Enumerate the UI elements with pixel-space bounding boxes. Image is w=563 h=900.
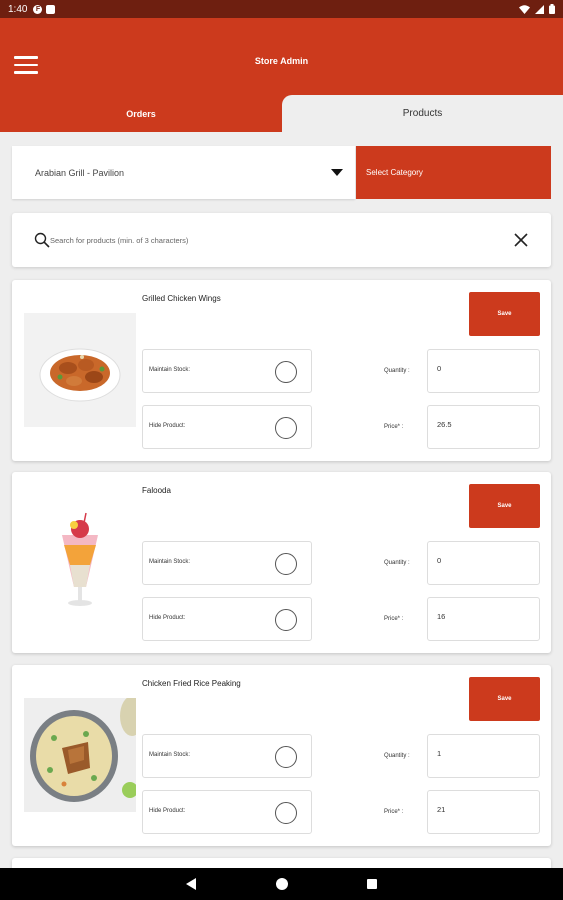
search-bar	[12, 213, 551, 267]
maintain-stock-label: Maintain Stock:	[149, 559, 191, 565]
product-image	[24, 505, 136, 619]
hide-product-radio[interactable]	[275, 802, 297, 824]
quantity-field[interactable]: 0	[427, 349, 540, 393]
price-label: Price* :	[384, 424, 404, 430]
tab-orders[interactable]: Orders	[0, 96, 282, 132]
save-button[interactable]: Save	[469, 484, 540, 528]
maintain-stock-option: Maintain Stock:	[142, 541, 312, 585]
close-icon[interactable]	[513, 232, 529, 248]
price-field[interactable]: 16	[427, 597, 540, 641]
maintain-stock-label: Maintain Stock:	[149, 752, 191, 758]
back-icon[interactable]	[186, 878, 196, 890]
sim-card-icon	[46, 4, 56, 14]
quantity-label: Quantity :	[384, 368, 410, 374]
product-card: Grilled Chicken Wings Save Maintain Stoc…	[12, 280, 551, 461]
system-nav-bar	[0, 868, 563, 900]
hide-product-option: Hide Product:	[142, 597, 312, 641]
maintain-stock-radio[interactable]	[275, 746, 297, 768]
page-title: Store Admin	[254, 56, 309, 66]
hide-product-option: Hide Product:	[142, 405, 312, 449]
search-icon	[34, 232, 50, 248]
maintain-stock-label: Maintain Stock:	[149, 367, 191, 373]
maintain-stock-option: Maintain Stock:	[142, 349, 312, 393]
dropdown-arrow-icon	[331, 169, 343, 176]
price-value: 26.5	[437, 420, 452, 429]
cellular-signal-icon	[535, 4, 544, 14]
maintain-stock-radio[interactable]	[275, 553, 297, 575]
hide-product-label: Hide Product:	[149, 808, 186, 814]
price-field[interactable]: 21	[427, 790, 540, 834]
quantity-label: Quantity :	[384, 560, 410, 566]
price-label: Price* :	[384, 616, 404, 622]
hide-product-label: Hide Product:	[149, 423, 186, 429]
wifi-icon	[519, 4, 530, 14]
save-button[interactable]: Save	[469, 292, 540, 336]
status-bar: 1:40 F	[0, 0, 563, 18]
search-input[interactable]	[50, 230, 490, 250]
product-name: Grilled Chicken Wings	[142, 294, 221, 303]
product-card: Falooda Save Maintain Stock: Hide Produc…	[12, 472, 551, 653]
product-image	[24, 698, 136, 812]
save-button[interactable]: Save	[469, 677, 540, 721]
recent-apps-icon[interactable]	[367, 879, 377, 889]
quantity-value: 1	[437, 749, 442, 758]
maintain-stock-radio[interactable]	[275, 361, 297, 383]
home-icon[interactable]	[276, 878, 288, 890]
product-card: Chicken Fried Rice Peaking Save Maintain…	[12, 665, 551, 846]
battery-icon	[549, 4, 555, 14]
product-name: Chicken Fried Rice Peaking	[142, 679, 241, 688]
quantity-value: 0	[437, 556, 442, 565]
price-value: 16	[437, 612, 446, 621]
product-name: Falooda	[142, 486, 171, 495]
hide-product-radio[interactable]	[275, 417, 297, 439]
tab-products[interactable]: Products	[282, 95, 563, 132]
store-dropdown-value: Arabian Grill - Pavilion	[35, 167, 125, 178]
select-category-button[interactable]: Select Category	[356, 146, 551, 199]
status-time: 1:40	[8, 3, 28, 15]
quantity-field[interactable]: 0	[427, 541, 540, 585]
price-field[interactable]: 26.5	[427, 405, 540, 449]
price-label: Price* :	[384, 809, 404, 815]
hide-product-option: Hide Product:	[142, 790, 312, 834]
quantity-value: 0	[437, 364, 442, 373]
maintain-stock-option: Maintain Stock:	[142, 734, 312, 778]
hide-product-radio[interactable]	[275, 609, 297, 631]
product-image	[24, 313, 136, 427]
hide-product-label: Hide Product:	[149, 615, 186, 621]
price-value: 21	[437, 805, 446, 814]
store-dropdown[interactable]: Arabian Grill - Pavilion	[12, 146, 355, 199]
notification-app-icon: F	[33, 4, 43, 14]
quantity-label: Quantity :	[384, 753, 410, 759]
quantity-field[interactable]: 1	[427, 734, 540, 778]
